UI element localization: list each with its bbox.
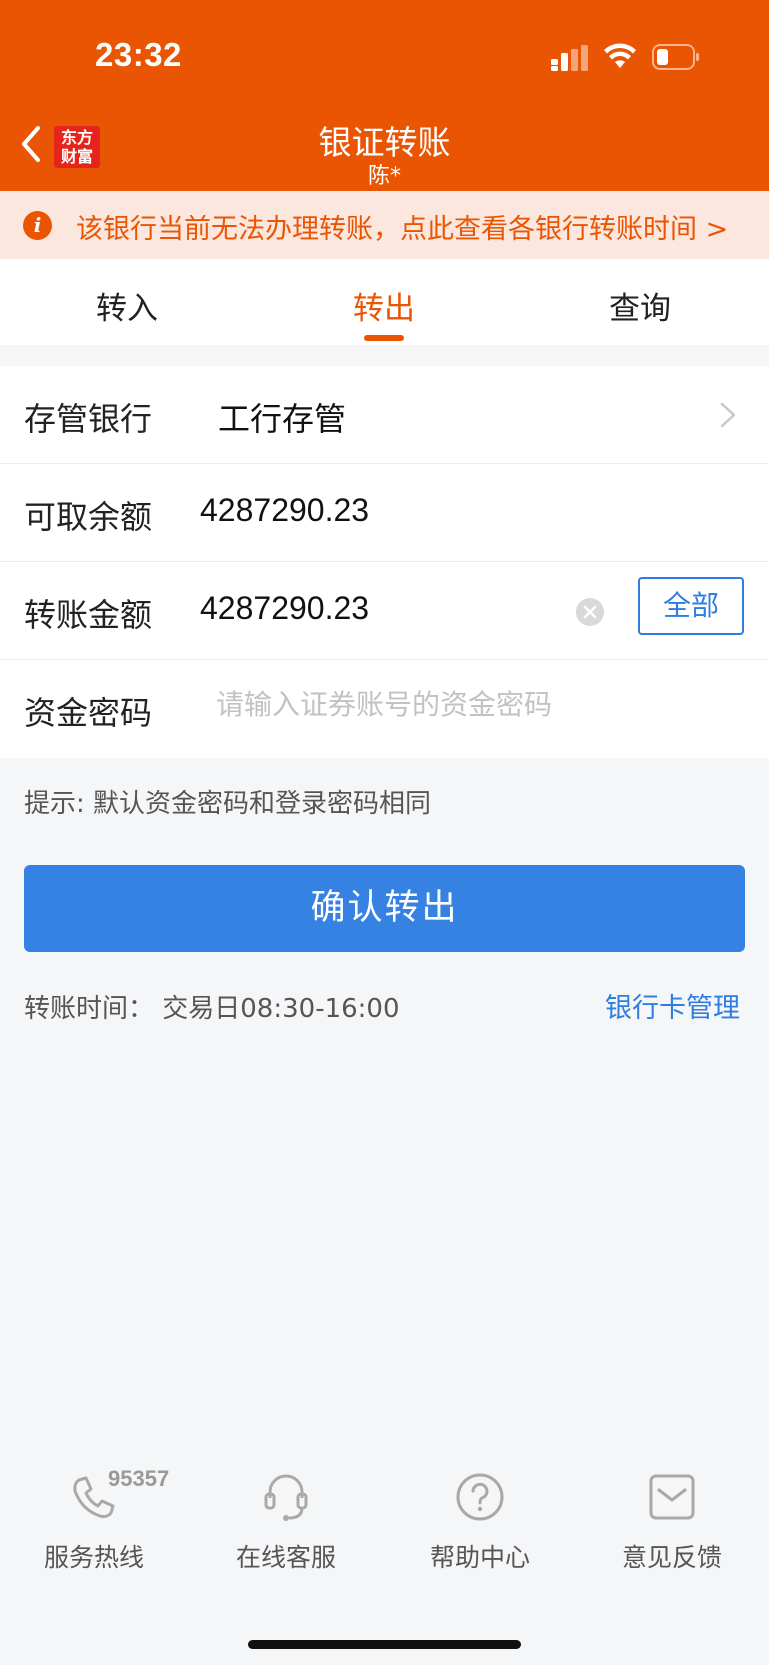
tab-transfer-in[interactable]: 转入 — [47, 283, 207, 328]
footer-label: 帮助中心 — [429, 1543, 530, 1572]
confirm-transfer-out-button[interactable]: 确认转出 — [24, 865, 745, 952]
bank-label: 存管银行 — [24, 400, 153, 438]
home-indicator[interactable] — [248, 1640, 521, 1649]
footer-label: 在线客服 — [235, 1543, 336, 1572]
header: 23:32 东方 财富 银证转账 陈* — [0, 0, 769, 191]
active-tab-indicator — [364, 335, 404, 341]
all-amount-button[interactable]: 全部 — [638, 577, 744, 635]
tab-query[interactable]: 查询 — [560, 283, 720, 328]
footer-feedback[interactable]: 意见反馈 — [592, 1470, 752, 1574]
password-input[interactable] — [216, 688, 736, 721]
tab-transfer-out[interactable]: 转出 — [304, 283, 464, 328]
footer-label: 服务热线 — [43, 1543, 144, 1572]
chevron-right-icon — [720, 402, 736, 428]
hotline-number: 95357 — [108, 1466, 170, 1491]
amount-label: 转账金额 — [24, 596, 153, 634]
clear-icon[interactable] — [576, 598, 604, 626]
transfer-time-text: 转账时间： 交易日08:30-16:00 — [24, 994, 400, 1024]
headset-icon — [264, 1474, 308, 1521]
tab-bar: 转入 转出 查询 — [0, 259, 769, 345]
amount-input[interactable]: 4287290.23 — [200, 590, 369, 627]
account-name: 陈* — [367, 164, 401, 189]
hint-text: 提示: 默认资金密码和登录密码相同 — [24, 789, 432, 819]
footer-online-service[interactable]: 在线客服 — [206, 1470, 366, 1574]
bank-value: 工行存管 — [218, 400, 347, 438]
amount-row: 转账金额 4287290.23 全部 — [0, 562, 769, 660]
footer-services: 95357 服务热线 在线客服 帮助中心 意见反馈 — [0, 1466, 769, 1580]
signal-icon — [551, 45, 588, 71]
help-icon — [456, 1473, 504, 1521]
wifi-icon — [604, 43, 636, 68]
balance-row: 可取余额 4287290.23 — [0, 464, 769, 562]
battery-icon — [652, 44, 699, 70]
info-icon: i — [23, 211, 52, 240]
transfer-form: 存管银行 工行存管 可取余额 4287290.23 转账金额 4287290.2… — [0, 366, 769, 758]
page-title: 银证转账 — [318, 123, 451, 162]
bank-row[interactable]: 存管银行 工行存管 — [0, 366, 769, 464]
footer-hotline[interactable]: 95357 服务热线 — [14, 1466, 174, 1574]
password-label: 资金密码 — [24, 694, 153, 732]
status-time: 23:32 — [95, 36, 182, 73]
footer-label: 意见反馈 — [621, 1543, 722, 1572]
notice-banner[interactable]: i 该银行当前无法办理转账，点此查看各银行转账时间 > — [0, 191, 769, 259]
balance-value: 4287290.23 — [200, 492, 370, 528]
password-row: 资金密码 — [0, 660, 769, 758]
footer-help-center[interactable]: 帮助中心 — [400, 1470, 560, 1574]
balance-label: 可取余额 — [24, 498, 153, 536]
bank-card-management-link[interactable]: 银行卡管理 — [605, 986, 740, 1025]
mail-icon — [649, 1474, 695, 1520]
notice-text: 该银行当前无法办理转账，点此查看各银行转账时间 > — [76, 214, 729, 245]
